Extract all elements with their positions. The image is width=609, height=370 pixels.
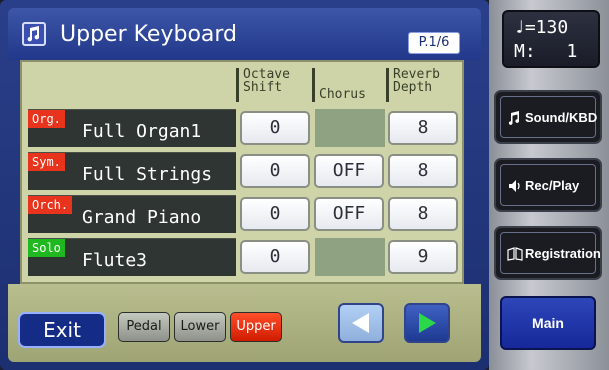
reverb-depth-value[interactable]: 8 bbox=[388, 111, 458, 145]
tone-name: Grand Piano bbox=[82, 207, 202, 228]
part-upper-button[interactable]: Upper bbox=[230, 312, 282, 342]
tempo-readout: ♩=130 bbox=[514, 18, 568, 38]
page-title: Upper Keyboard bbox=[60, 22, 238, 47]
category-tag: Orch. bbox=[28, 196, 73, 214]
tone-row-label[interactable]: Sym. Full Strings bbox=[28, 152, 236, 190]
tone-name: Full Organ1 bbox=[82, 121, 202, 142]
reverb-depth-value[interactable]: 9 bbox=[388, 240, 458, 274]
tone-name: Flute3 bbox=[82, 250, 148, 271]
chorus-empty-cell bbox=[315, 109, 385, 147]
arrow-right-icon bbox=[419, 313, 436, 333]
page-indicator: P.1/6 bbox=[408, 32, 460, 54]
quarter-note-icon: ♩ bbox=[514, 17, 525, 38]
measure-label: M: bbox=[514, 41, 536, 62]
button-face: Rec/Play bbox=[500, 164, 596, 206]
column-header-chorus: Chorus bbox=[319, 87, 366, 102]
octave-shift-value[interactable]: 0 bbox=[240, 197, 310, 231]
rec-play-label: Rec/Play bbox=[525, 178, 580, 193]
registration-button[interactable]: Registration bbox=[494, 226, 602, 280]
column-header-octave-shift: Octave Shift bbox=[243, 68, 290, 94]
next-page-button[interactable] bbox=[404, 303, 450, 343]
tone-name: Full Strings bbox=[82, 164, 213, 185]
main-button[interactable]: Main bbox=[500, 296, 596, 350]
column-header-line: Depth bbox=[393, 80, 433, 95]
tone-row-label[interactable]: Solo Flute3 bbox=[28, 238, 236, 276]
octave-shift-value[interactable]: 0 bbox=[240, 154, 310, 188]
measure-value: 1 bbox=[566, 41, 578, 62]
tone-row-label[interactable]: Org. Full Organ1 bbox=[28, 109, 236, 147]
reverb-depth-value[interactable]: 8 bbox=[388, 154, 458, 188]
music-note-icon bbox=[508, 111, 520, 125]
status-display: ♩=130 M: 1 bbox=[502, 10, 600, 68]
tempo-value: =130 bbox=[524, 17, 569, 38]
exit-button[interactable]: Exit bbox=[18, 312, 106, 348]
category-tag: Sym. bbox=[28, 153, 65, 171]
part-pedal-button[interactable]: Pedal bbox=[118, 312, 170, 342]
chorus-value[interactable]: OFF bbox=[314, 197, 384, 231]
sound-kbd-button[interactable]: Sound/KBD bbox=[494, 90, 602, 144]
sound-kbd-label: Sound/KBD bbox=[525, 110, 598, 125]
reverb-depth-value[interactable]: 8 bbox=[388, 197, 458, 231]
title-bar: Upper Keyboard P.1/6 bbox=[8, 8, 481, 60]
registration-label: Registration bbox=[525, 246, 601, 261]
button-face: Sound/KBD bbox=[500, 96, 598, 138]
column-divider bbox=[386, 68, 389, 102]
octave-shift-value[interactable]: 0 bbox=[240, 240, 310, 274]
speaker-icon bbox=[509, 180, 520, 192]
category-tag: Solo bbox=[28, 239, 65, 257]
column-divider bbox=[236, 68, 239, 102]
arrow-left-icon bbox=[352, 313, 369, 333]
column-divider bbox=[312, 68, 315, 102]
rec-play-button[interactable]: Rec/Play bbox=[494, 158, 602, 212]
music-note-icon bbox=[22, 22, 46, 46]
column-header-line: Shift bbox=[243, 80, 283, 95]
book-icon bbox=[507, 247, 523, 261]
chorus-empty-cell bbox=[315, 238, 385, 276]
column-header-reverb-depth: Reverb Depth bbox=[393, 68, 440, 94]
part-lower-button[interactable]: Lower bbox=[174, 312, 226, 342]
tone-row-label[interactable]: Orch. Grand Piano bbox=[28, 195, 236, 233]
chorus-value[interactable]: OFF bbox=[314, 154, 384, 188]
measure-readout: M: 1 bbox=[514, 42, 577, 62]
previous-page-button[interactable] bbox=[338, 303, 384, 343]
category-tag: Org. bbox=[28, 110, 65, 128]
octave-shift-value[interactable]: 0 bbox=[240, 111, 310, 145]
button-face: Registration bbox=[500, 232, 601, 274]
